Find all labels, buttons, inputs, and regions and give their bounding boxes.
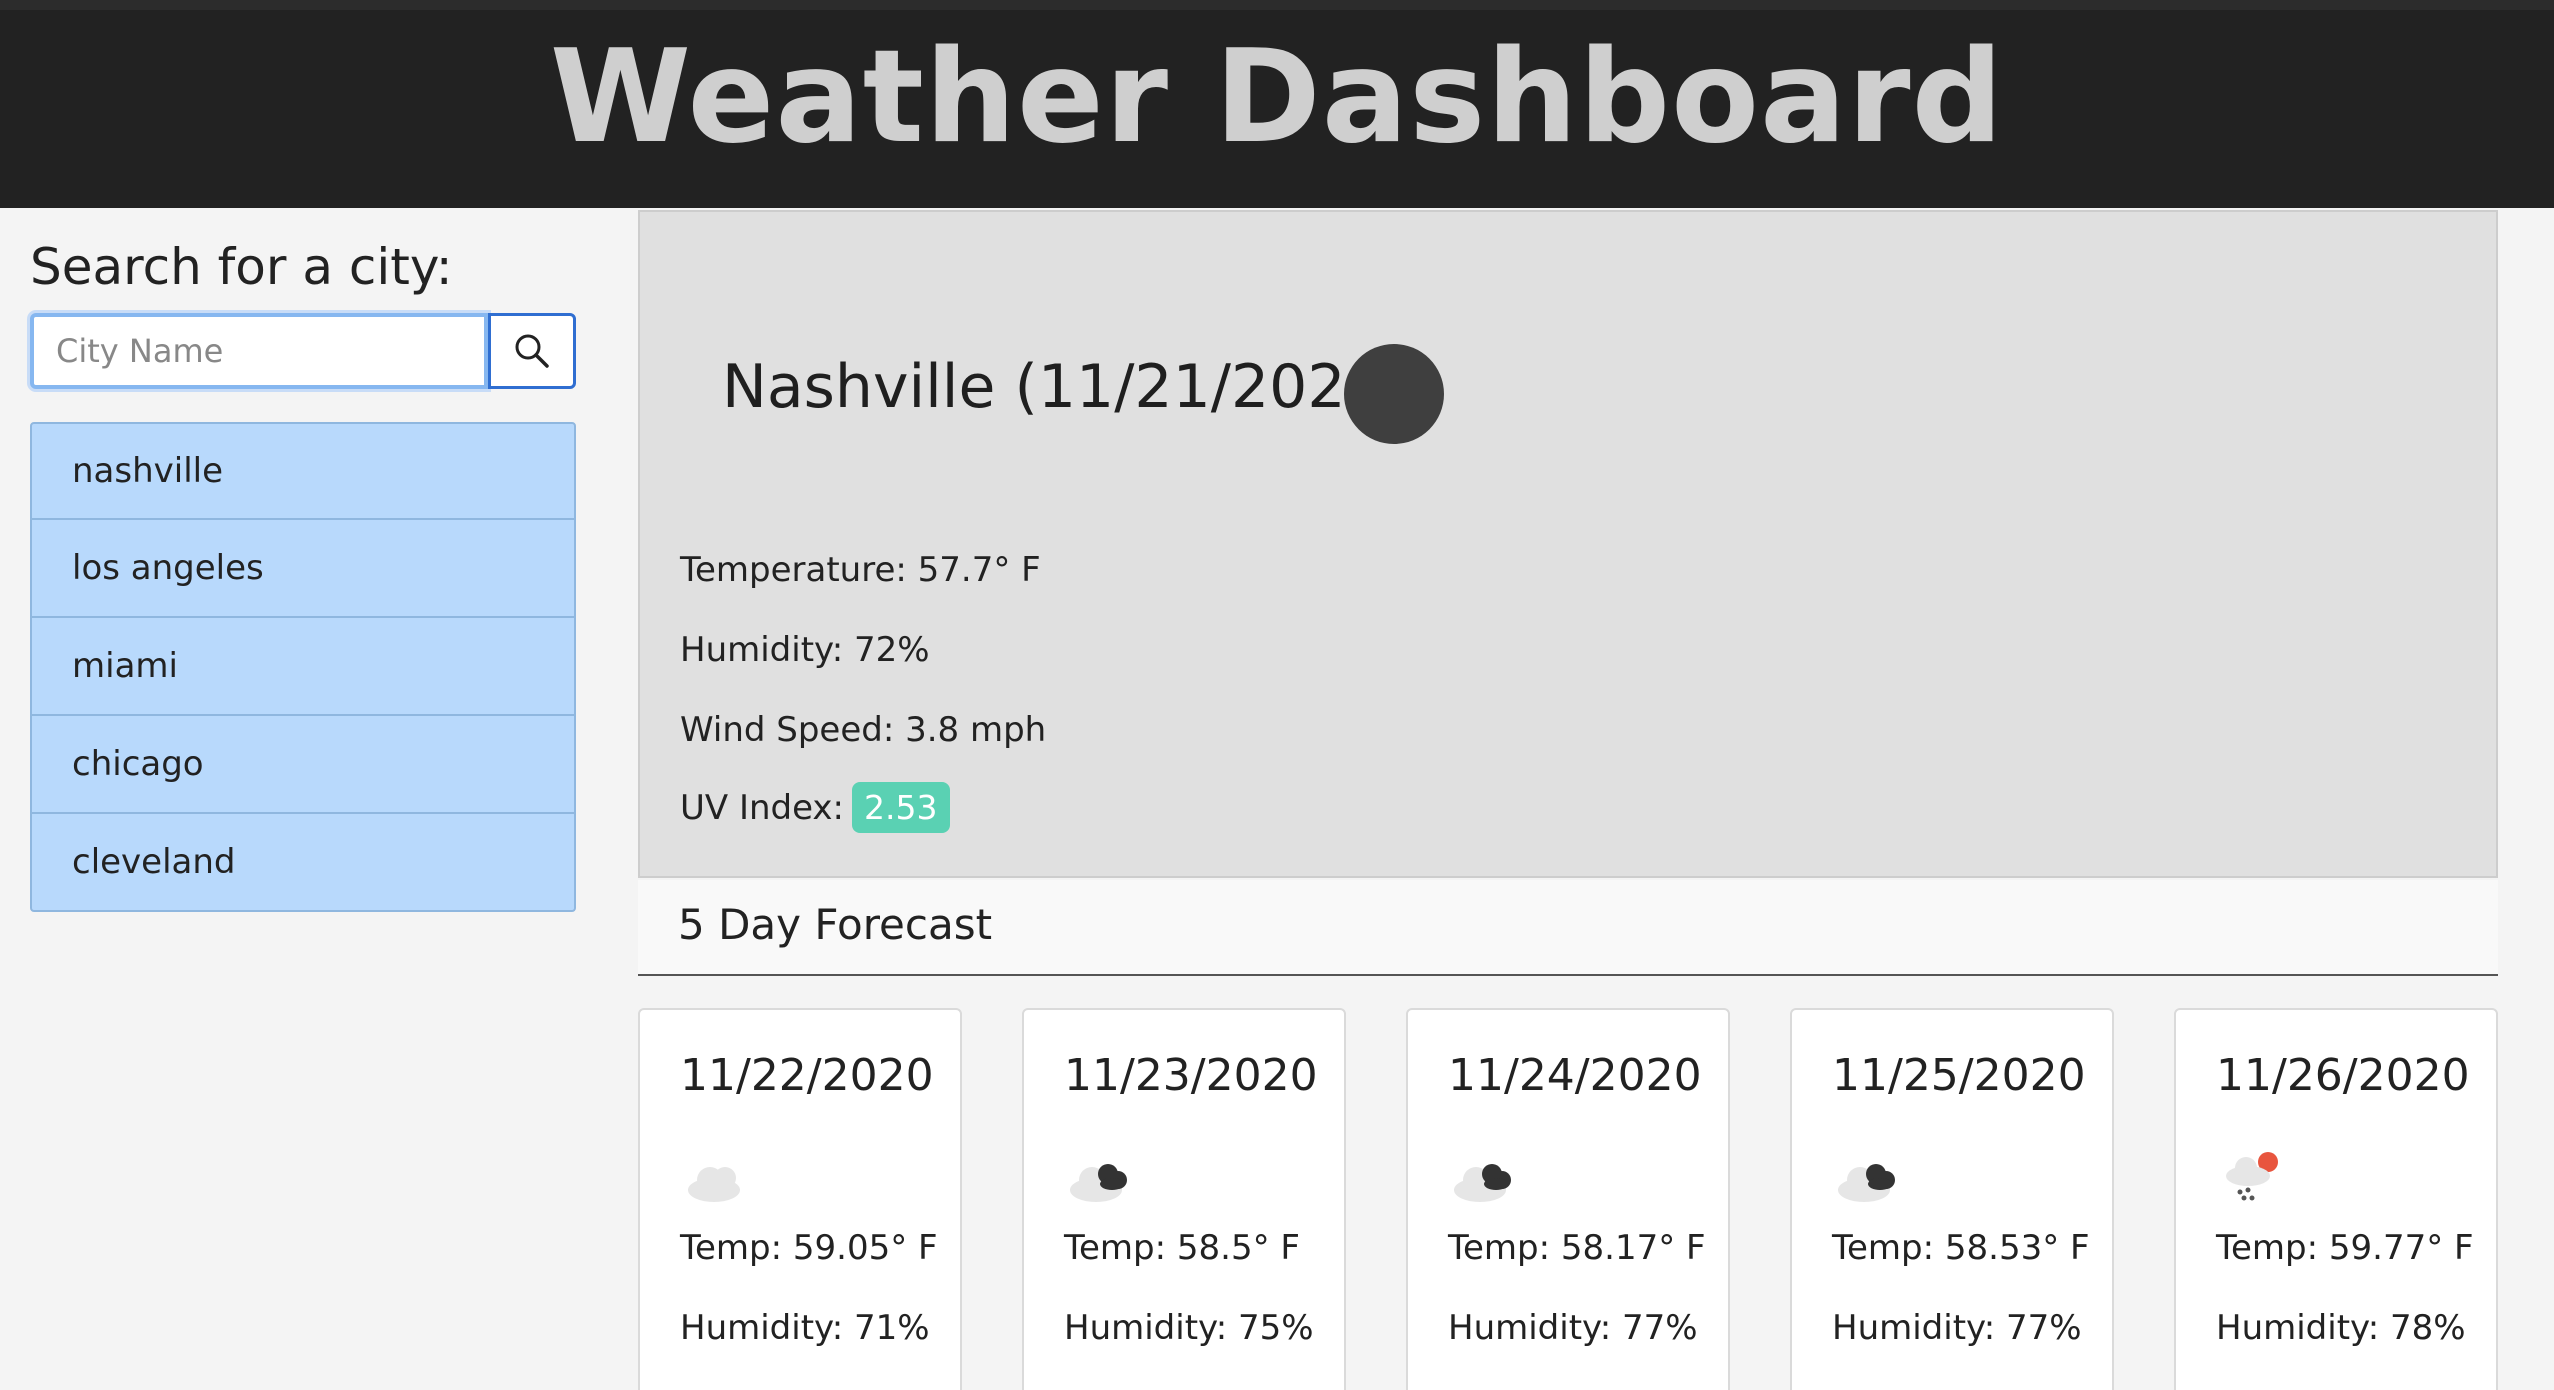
forecast-date: 11/22/2020 — [680, 1050, 934, 1101]
search-history-list: nashville los angeles miami chicago clev… — [30, 422, 576, 912]
forecast-temp: Temp: 58.53° F — [1832, 1228, 2090, 1268]
current-uv-index: UV Index: 2.53 — [680, 782, 950, 833]
current-humidity: Humidity: 72% — [680, 630, 930, 670]
forecast-humidity: Humidity: 78% — [2216, 1308, 2466, 1348]
history-item-miami[interactable]: miami — [30, 618, 576, 716]
weather-icon — [1344, 344, 1444, 444]
cloudy-icon — [688, 1167, 740, 1202]
forecast-date: 11/25/2020 — [1832, 1050, 2086, 1101]
page-title: Weather Dashboard — [549, 23, 2005, 172]
current-temperature: Temperature: 57.7° F — [680, 550, 1041, 590]
broken-clouds-icon — [1838, 1164, 1895, 1202]
forecast-card: 11/25/2020 Temp: 58.53° F Humidity: 77% — [1790, 1008, 2114, 1390]
uv-index-badge: 2.53 — [852, 782, 950, 833]
forecast-card: 11/24/2020 Temp: 58.17° F Humidity: 77% — [1406, 1008, 1730, 1390]
forecast-card: 11/26/2020 Temp: 59.77° F Humidity: 78% — [2174, 1008, 2498, 1390]
current-weather-panel: Nashville (11/21/2020) Temperature: 57.7… — [638, 210, 2498, 878]
forecast-date: 11/23/2020 — [1064, 1050, 1318, 1101]
forecast-header: 5 Day Forecast — [638, 880, 2498, 976]
forecast-date: 11/24/2020 — [1448, 1050, 1702, 1101]
history-item-cleveland[interactable]: cleveland — [30, 814, 576, 912]
forecast-temp: Temp: 58.5° F — [1064, 1228, 1300, 1268]
history-item-los-angeles[interactable]: los angeles — [30, 520, 576, 618]
search-icon — [515, 334, 549, 368]
search-label: Search for a city: — [30, 238, 453, 296]
search-button[interactable] — [488, 313, 576, 389]
uv-index-label: UV Index: — [680, 788, 845, 828]
history-item-nashville[interactable]: nashville — [30, 422, 576, 520]
current-city-title: Nashville (11/21/2020) — [722, 352, 1408, 422]
forecast-heading: 5 Day Forecast — [678, 900, 993, 949]
forecast-humidity: Humidity: 77% — [1832, 1308, 2082, 1348]
forecast-card: 11/22/2020 Temp: 59.05° F Humidity: 71% — [638, 1008, 962, 1390]
sidebar: Search for a city: nashville los angeles… — [0, 208, 638, 1390]
rain-icon — [2226, 1152, 2278, 1201]
top-strip — [0, 0, 2554, 10]
forecast-date: 11/26/2020 — [2216, 1050, 2470, 1101]
forecast-humidity: Humidity: 77% — [1448, 1308, 1698, 1348]
broken-clouds-icon — [1454, 1164, 1511, 1202]
city-search-input[interactable] — [30, 313, 488, 389]
forecast-temp: Temp: 59.77° F — [2216, 1228, 2474, 1268]
forecast-card: 11/23/2020 Temp: 58.5° F Humidity: 75% — [1022, 1008, 1346, 1390]
forecast-humidity: Humidity: 75% — [1064, 1308, 1314, 1348]
forecast-temp: Temp: 59.05° F — [680, 1228, 938, 1268]
history-item-chicago[interactable]: chicago — [30, 716, 576, 814]
forecast-humidity: Humidity: 71% — [680, 1308, 930, 1348]
page-header: Weather Dashboard — [0, 10, 2554, 208]
forecast-temp: Temp: 58.17° F — [1448, 1228, 1706, 1268]
current-wind-speed: Wind Speed: 3.8 mph — [680, 710, 1047, 750]
broken-clouds-icon — [1070, 1164, 1127, 1202]
